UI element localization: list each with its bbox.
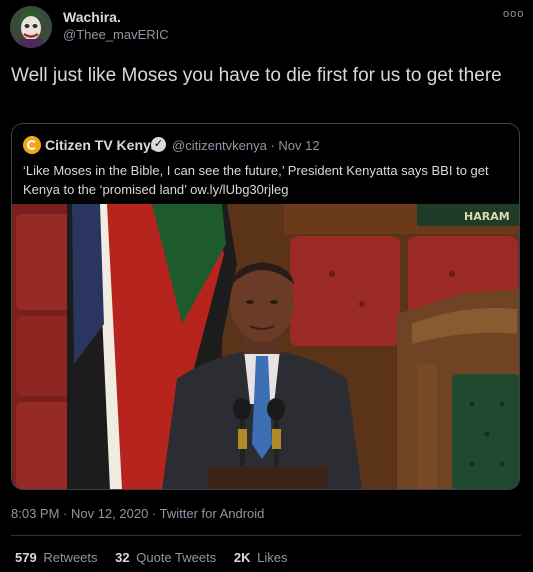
retweets-stat[interactable]: 579 Retweets (15, 550, 98, 565)
likes-label: Likes (257, 550, 288, 565)
quoted-photo[interactable]: HARAM (12, 204, 519, 489)
quotes-count: 32 (115, 550, 130, 565)
citizen-tv-logo-icon (23, 136, 41, 154)
author-display-name[interactable]: Wachira. (63, 9, 121, 25)
more-options-icon[interactable]: ooo (503, 8, 523, 20)
engagement-stats: 579 Retweets 32 Quote Tweets 2K Likes (15, 550, 301, 565)
quote-tweets-stat[interactable]: 32 Quote Tweets (115, 550, 216, 565)
likes-count: 2K (233, 550, 251, 565)
verified-badge-icon: ✓ (151, 137, 166, 152)
retweets-label: Retweets (43, 550, 98, 565)
joker-avatar-icon (10, 6, 52, 48)
likes-stat[interactable]: 2K Likes (234, 550, 288, 565)
quoted-handle-time: @citizentvkenya · Nov 12 (172, 138, 320, 153)
tweet-timestamp[interactable]: 8:03 PM · Nov 12, 2020 · Twitter for And… (11, 506, 264, 521)
tweet-text: Well just like Moses you have to die fir… (11, 65, 502, 86)
tweet-card: Wachira. @Thee_mavERIC ooo Well just lik… (0, 0, 533, 572)
retweets-count: 579 (15, 550, 37, 565)
quotes-label: Quote Tweets (136, 550, 217, 565)
quoted-tweet[interactable]: Citizen TV Kenya ✓ @citizentvkenya · Nov… (11, 123, 520, 490)
divider (11, 535, 521, 536)
quoted-display-name: Citizen TV Kenya (45, 137, 159, 153)
image-sign-text: HARAM (464, 210, 510, 223)
author-avatar[interactable] (10, 6, 52, 48)
author-handle[interactable]: @Thee_mavERIC (63, 27, 169, 42)
quoted-text: ‘Like Moses in the Bible, I can see the … (23, 163, 489, 197)
president-speaking-photo: HARAM (12, 204, 519, 489)
